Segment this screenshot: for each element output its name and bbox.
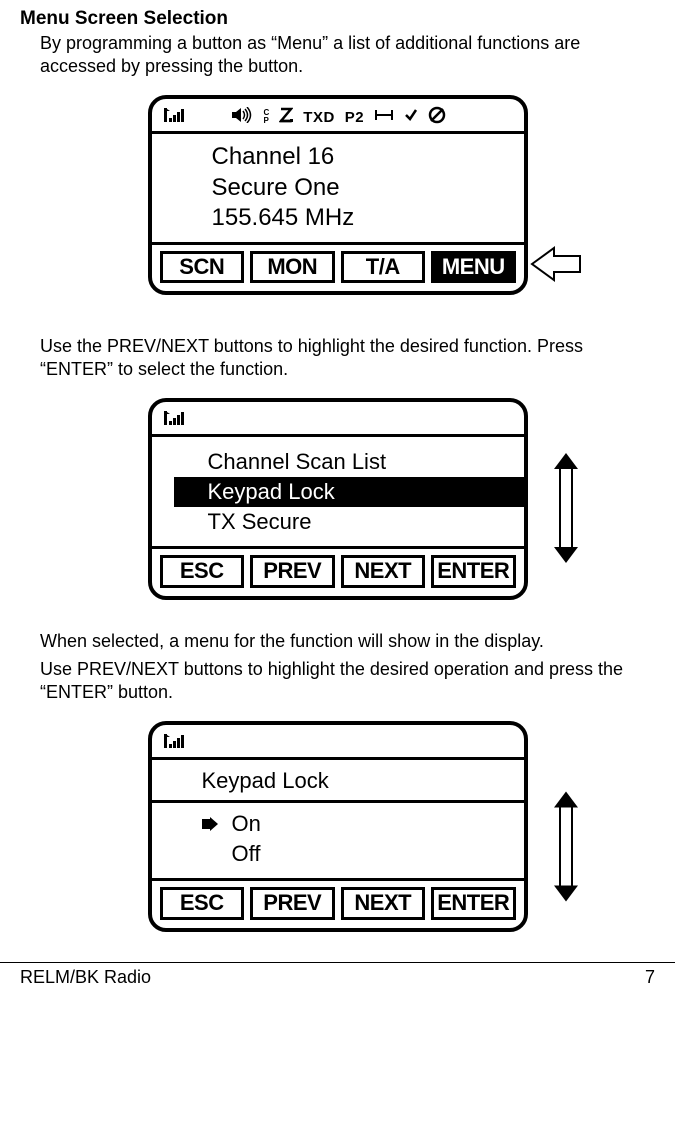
z-icon xyxy=(279,107,293,128)
option-on[interactable]: On xyxy=(202,809,500,839)
softkey-esc[interactable]: ESC xyxy=(160,555,245,587)
softkey-enter[interactable]: ENTER xyxy=(431,887,516,919)
softkey-scn[interactable]: SCN xyxy=(160,251,245,283)
intro-paragraph-1: By programming a button as “Menu” a list… xyxy=(40,32,655,77)
softkey-prev[interactable]: PREV xyxy=(250,555,335,587)
intro-paragraph-2: Use the PREV/NEXT buttons to highlight t… xyxy=(40,335,655,380)
intro-paragraph-4: Use PREV/NEXT buttons to highlight the d… xyxy=(40,658,655,703)
menu-item-scan-list[interactable]: Channel Scan List xyxy=(202,447,500,477)
page-number: 7 xyxy=(645,967,655,988)
slashed-circle-icon xyxy=(428,106,446,129)
softkey-prev[interactable]: PREV xyxy=(250,887,335,919)
radio-screen-keypad-lock: Keypad Lock On Off ESC PREV NEXT ENTER xyxy=(148,721,528,932)
submenu-title: Keypad Lock xyxy=(152,760,524,803)
selection-arrow-icon xyxy=(202,809,220,839)
signal-icon xyxy=(164,411,188,429)
softkey-ta[interactable]: T/A xyxy=(341,251,426,283)
check-icon xyxy=(404,108,418,127)
section-heading: Menu Screen Selection xyxy=(20,8,655,30)
softkey-enter[interactable]: ENTER xyxy=(431,555,516,587)
secure-line: Secure One xyxy=(212,173,500,204)
option-off[interactable]: Off xyxy=(202,839,500,869)
menu-item-keypad-lock[interactable]: Keypad Lock xyxy=(174,477,524,507)
pointer-arrow-icon xyxy=(530,244,584,289)
option-on-label: On xyxy=(232,809,261,839)
speaker-icon xyxy=(232,107,254,128)
cp-indicator: C P xyxy=(264,109,270,125)
softkey-esc[interactable]: ESC xyxy=(160,887,245,919)
softkey-next[interactable]: NEXT xyxy=(341,555,426,587)
updown-arrow-icon xyxy=(554,453,578,568)
signal-icon xyxy=(164,108,188,126)
txd-indicator: TXD xyxy=(303,109,335,126)
width-icon xyxy=(374,108,394,127)
radio-screen-main: C P TXD P2 xyxy=(148,95,528,295)
softkey-mon[interactable]: MON xyxy=(250,251,335,283)
menu-item-tx-secure[interactable]: TX Secure xyxy=(202,507,500,537)
footer-left: RELM/BK Radio xyxy=(20,967,151,988)
signal-icon xyxy=(164,734,188,752)
updown-arrow-icon xyxy=(554,792,578,907)
frequency-line: 155.645 MHz xyxy=(212,203,500,234)
p2-indicator: P2 xyxy=(345,109,364,126)
intro-paragraph-3: When selected, a menu for the function w… xyxy=(40,630,655,653)
radio-screen-menu-list: Channel Scan List Keypad Lock TX Secure … xyxy=(148,398,528,599)
option-off-label: Off xyxy=(232,839,261,869)
softkey-menu[interactable]: MENU xyxy=(431,251,516,283)
softkey-next[interactable]: NEXT xyxy=(341,887,426,919)
channel-line: Channel 16 xyxy=(212,142,500,173)
